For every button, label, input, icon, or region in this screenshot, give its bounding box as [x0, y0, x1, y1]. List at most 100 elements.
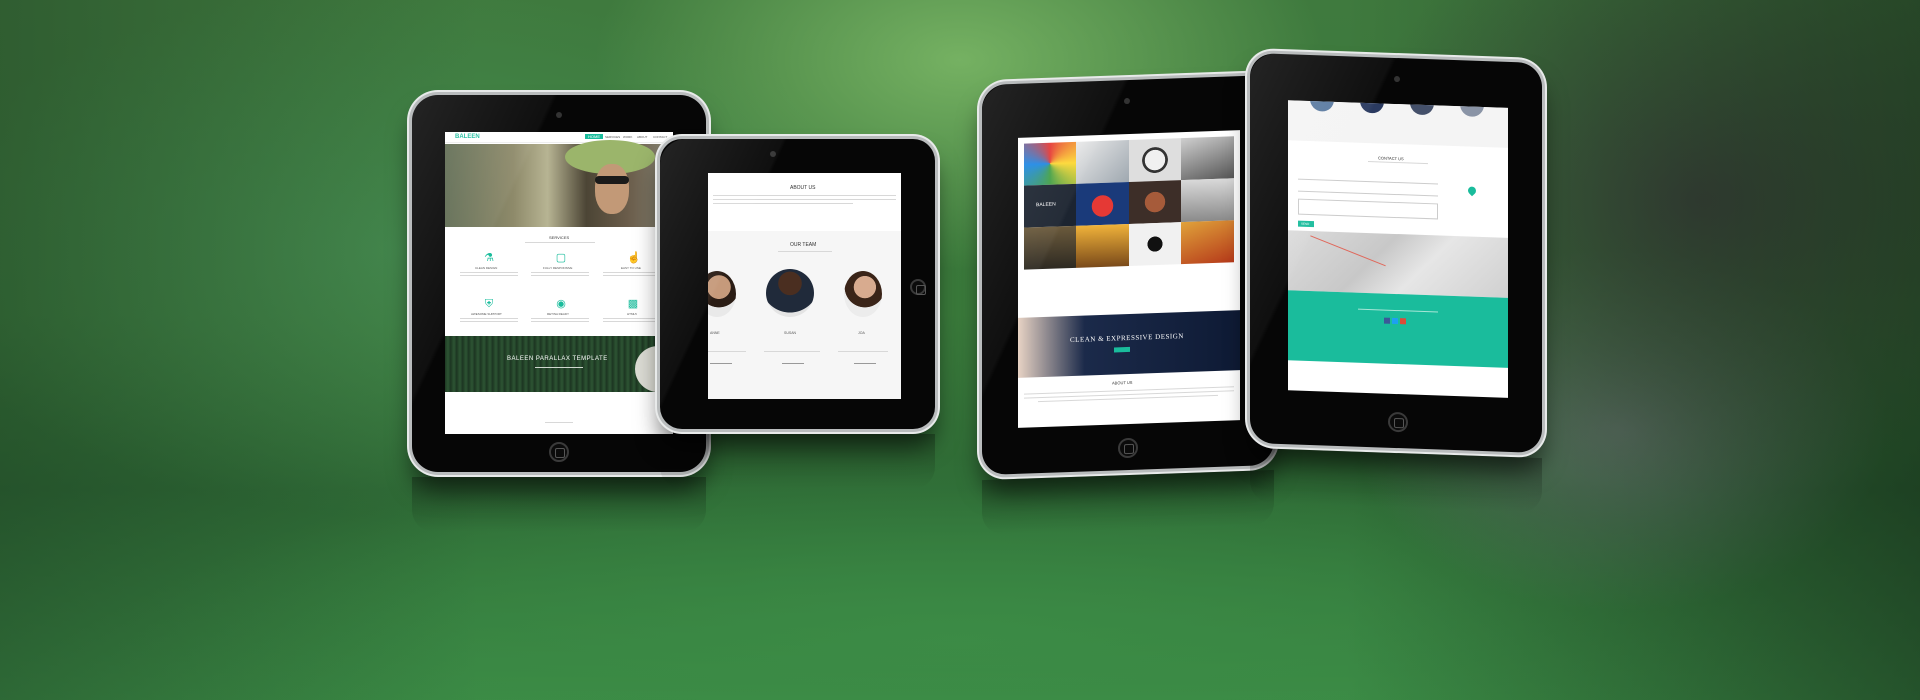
team-photo-joa: [844, 271, 882, 317]
service-text-line: [603, 318, 661, 319]
team-photo-susan: [766, 269, 814, 317]
portfolio-tile[interactable]: [1076, 181, 1129, 226]
sunglasses-shape: [595, 176, 629, 184]
parallax-banner: BALEEN PARALLAX TEMPLATE: [445, 336, 673, 392]
thumbs-up-icon: ☝: [627, 252, 641, 264]
service-title-retina-ready: RETINA READY: [547, 312, 570, 316]
hero-button[interactable]: [1114, 346, 1130, 353]
camera-icon: [1124, 97, 1130, 105]
services-subtitle-line: [525, 242, 595, 243]
portfolio-tile[interactable]: [1024, 225, 1076, 270]
camera-icon: [556, 112, 562, 118]
service-text-line: [531, 321, 589, 322]
service-title-easy-to-use: EASY TO USE: [621, 266, 641, 270]
service-text-line: [603, 321, 661, 322]
html5-icon: ▩: [627, 298, 639, 310]
home-button[interactable]: [910, 279, 926, 295]
footer-line: [545, 422, 573, 423]
services-title: SERVICES: [549, 235, 570, 240]
portfolio-tile[interactable]: [1076, 223, 1129, 268]
service-text-line: [460, 318, 518, 319]
about-title: ABOUT US: [1112, 379, 1133, 386]
about-text-line: [713, 195, 896, 196]
service-text-line: [531, 272, 589, 273]
portfolio-tile[interactable]: [1181, 136, 1234, 181]
home-button[interactable]: [549, 442, 569, 462]
footer-copyright-line: [1358, 308, 1438, 313]
contact-title: CONTACT US: [1378, 155, 1404, 162]
tablet3-screen: BALEEN CLEAN & EXPRESSIVE DESIGN ABOUT U…: [1018, 130, 1240, 428]
portfolio-tile[interactable]: BALEEN: [1024, 183, 1076, 228]
site-logo[interactable]: BALEEN: [455, 134, 480, 140]
team-photo: [1310, 100, 1334, 112]
portfolio-tile[interactable]: [1076, 139, 1129, 184]
twitter-icon[interactable]: [1392, 317, 1398, 325]
contact-subtitle-line: [1368, 161, 1428, 165]
portfolio-brand: BALEEN: [1036, 201, 1056, 209]
nav-item-about[interactable]: ABOUT: [637, 135, 647, 139]
member-social-line: [782, 363, 804, 364]
name-field[interactable]: [1298, 174, 1438, 185]
member-name-joa: JOA: [858, 331, 865, 335]
service-title-html5: HTML5: [627, 312, 637, 316]
member-bio-line: [764, 351, 820, 352]
tablet-contact-page: CONTACT US SEND: [1250, 52, 1542, 454]
team-photo-anne: [708, 271, 736, 317]
monitor-icon: ▢: [555, 252, 567, 264]
about-text-line: [713, 199, 896, 200]
service-text-line: [531, 275, 589, 276]
banner-title: BALEEN PARALLAX TEMPLATE: [507, 356, 608, 362]
hero-section: CLEAN & EXPRESSIVE DESIGN: [1018, 310, 1240, 378]
service-title-clean-design: CLEAN DESIGN: [475, 266, 498, 270]
facebook-icon[interactable]: [1384, 317, 1390, 324]
tablet2-screen: ABOUT US OUR TEAM ANNE SUSAN JOA: [708, 173, 901, 399]
portfolio-tile[interactable]: [1181, 220, 1234, 265]
footer-teal: [1288, 290, 1508, 368]
hero-image: [445, 140, 673, 227]
email-field[interactable]: [1298, 186, 1438, 197]
map-area: [1288, 230, 1508, 298]
portfolio-tile[interactable]: [1129, 222, 1181, 266]
home-button[interactable]: [1118, 437, 1138, 459]
map-pin-icon: [1466, 184, 1478, 197]
member-social-line: [710, 363, 732, 364]
member-social-line: [854, 363, 876, 364]
send-button[interactable]: SEND: [1298, 220, 1314, 228]
team-subtitle-line: [778, 251, 832, 252]
member-bio-line: [838, 351, 888, 352]
flask-icon: ⚗: [484, 252, 494, 264]
team-title: OUR TEAM: [790, 242, 817, 248]
send-label: SEND: [1301, 221, 1310, 226]
team-strip: [1288, 100, 1508, 148]
service-text-line: [460, 275, 518, 276]
portfolio-tile[interactable]: [1129, 138, 1181, 182]
message-field[interactable]: [1298, 198, 1438, 220]
service-text-line: [603, 272, 661, 273]
portfolio-grid: BALEEN: [1024, 136, 1234, 311]
home-button[interactable]: [1388, 411, 1408, 433]
nav-item-work[interactable]: WORK: [623, 135, 632, 139]
eye-icon: ◉: [556, 298, 566, 310]
portfolio-tile[interactable]: [1181, 178, 1234, 223]
nav-item-services[interactable]: SERVICES: [605, 135, 620, 139]
nav-item-home[interactable]: HOME: [585, 134, 603, 139]
face-shape: [595, 164, 629, 214]
map-road: [1310, 235, 1386, 267]
member-name-susan: SUSAN: [784, 331, 797, 335]
service-text-line: [460, 272, 518, 273]
portfolio-tile[interactable]: [1024, 141, 1076, 186]
service-text-line: [460, 321, 518, 322]
camera-icon: [770, 151, 776, 157]
hero-title: CLEAN & EXPRESSIVE DESIGN: [1070, 332, 1184, 345]
nav-bar: BALEEN HOME SERVICES WORK ABOUT CONTACT: [445, 132, 673, 143]
portfolio-tile[interactable]: [1129, 180, 1181, 224]
team-photo: [1360, 100, 1384, 114]
service-text-line: [603, 275, 661, 276]
team-photo: [1410, 100, 1434, 116]
tablet1-screen: BALEEN HOME SERVICES WORK ABOUT CONTACT …: [445, 132, 673, 434]
google-plus-icon[interactable]: [1400, 318, 1406, 325]
service-title-fully-responsive: FULLY RESPONSIVE: [543, 266, 573, 270]
nav-item-contact[interactable]: CONTACT: [653, 135, 667, 139]
service-text-line: [531, 318, 589, 319]
camera-icon: [1394, 75, 1400, 83]
